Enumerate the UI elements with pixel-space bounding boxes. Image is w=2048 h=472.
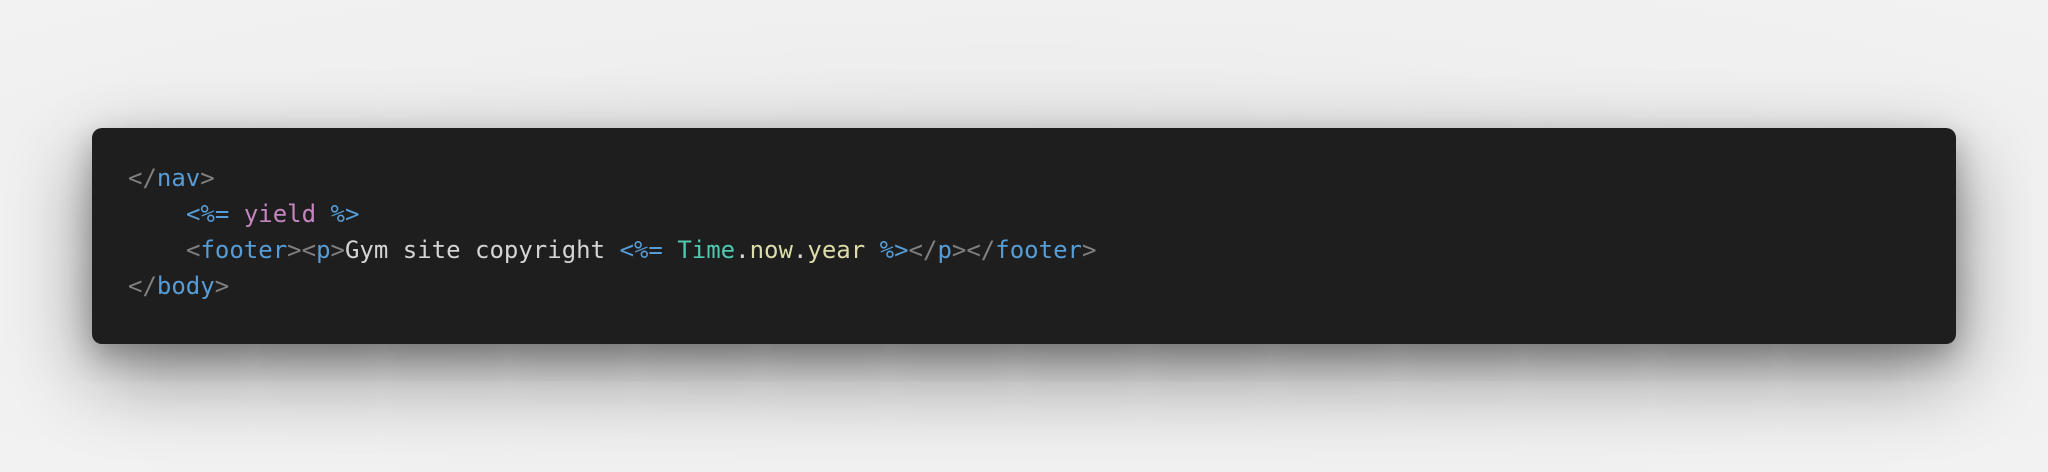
token-punct: > <box>200 164 215 192</box>
token-punct: > <box>1081 236 1097 264</box>
token-tag-footer: footer <box>995 236 1082 264</box>
token-tag-p: p <box>937 236 952 264</box>
token-tag-nav: nav <box>156 164 201 192</box>
token-tag-footer: footer <box>200 236 288 264</box>
canvas: </nav> <%= yield %> <footer><p>Gym site co… <box>0 0 2048 472</box>
token-text: Gym site copyright <box>344 236 620 264</box>
token-erb-close: %> <box>330 200 360 228</box>
token-tag-body: body <box>156 272 215 300</box>
token-dot: . <box>735 236 750 264</box>
token-punct: < <box>186 236 201 264</box>
token-erb-open: <%= <box>186 200 230 228</box>
token-punct: </ <box>966 236 996 264</box>
token-erb-close: %> <box>879 236 909 264</box>
token-method-year: year <box>807 236 866 264</box>
token-dot: . <box>792 236 808 264</box>
token-punct: > <box>330 236 345 264</box>
code-line-4: </body> <box>128 268 1920 304</box>
token-punct: </ <box>128 272 157 300</box>
token-punct: > <box>951 236 967 264</box>
code-block: </nav> <%= yield %> <footer><p>Gym site co… <box>92 128 1956 344</box>
token-punct: > <box>214 272 230 300</box>
token-const-time: Time <box>677 236 736 264</box>
code-line-1: </nav> <box>128 160 1920 196</box>
token-erb-open: <%= <box>619 236 663 264</box>
token-punct: </ <box>128 164 157 192</box>
token-punct: </ <box>908 236 938 264</box>
token-tag-p: p <box>316 236 331 264</box>
token-punct: < <box>301 236 317 264</box>
token-keyword-yield: yield <box>243 200 317 228</box>
token-punct: > <box>287 236 302 264</box>
code-line-3: <footer><p>Gym site copyright <%= Time.n… <box>128 232 1920 268</box>
code-line-2: <%= yield %> <box>128 196 1920 232</box>
code-content: </nav> <%= yield %> <footer><p>Gym site co… <box>128 160 1920 304</box>
token-method-now: now <box>749 236 793 264</box>
